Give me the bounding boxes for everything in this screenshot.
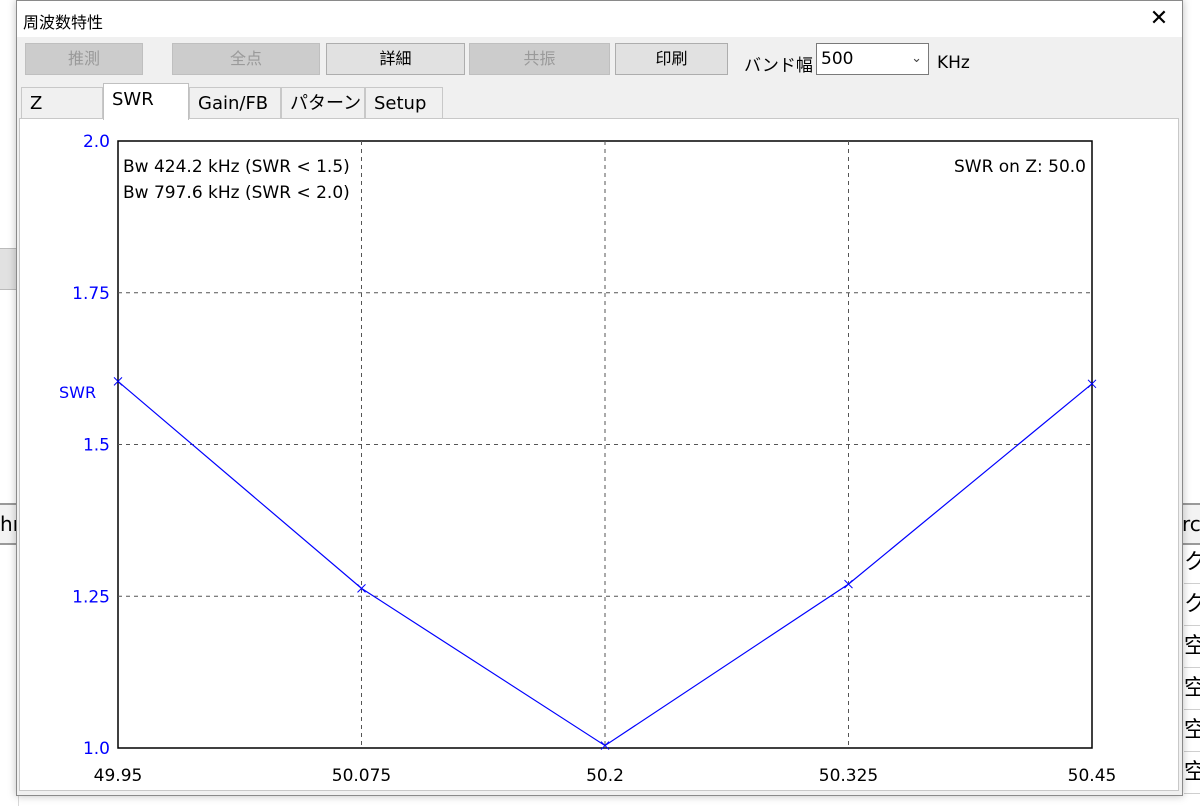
tab-setup[interactable]: Setup [365,87,443,119]
background-right-cell: 空 [1184,711,1200,752]
background-left-row-selected [0,248,16,290]
resonance-button[interactable]: 共振 [469,43,610,75]
y-tick-label: 2.0 [83,132,110,152]
background-right-cell: 空 [1184,669,1200,710]
print-button[interactable]: 印刷 [615,43,728,75]
background-right-cell: ク [1184,543,1200,584]
chevron-down-icon: ⌄ [911,51,922,66]
background-left-header: hı [0,503,17,545]
y-tick-labels: 1.0 1.25 1.5 1.75 2.0 [72,132,110,759]
all-points-button[interactable]: 全点 [172,43,320,75]
tab-z[interactable]: Z [21,87,103,119]
x-tick-label: 50.325 [819,766,878,786]
background-right-header: rc [1182,503,1200,545]
frequency-characteristics-dialog: 周波数特性 ✕ 推測 全点 詳細 共振 印刷 バンド幅 500 ⌄ KHz Z … [16,0,1183,796]
close-button[interactable]: ✕ [1136,1,1182,37]
y-tick-label: 1.0 [83,739,110,759]
x-tick-label: 49.95 [94,766,143,786]
y-tick-label: 1.75 [72,284,110,304]
tab-swr[interactable]: SWR [103,83,189,120]
background-right-cell: 空 [1184,753,1200,794]
bandwidth-select[interactable]: 500 ⌄ [816,43,929,75]
x-tick-label: 50.2 [586,766,624,786]
annotation-bw-1-5: Bw 424.2 kHz (SWR < 1.5) [123,157,350,177]
estimate-button[interactable]: 推測 [25,43,143,75]
bandwidth-unit: KHz [937,53,970,73]
y-tick-label: 1.25 [72,587,110,607]
details-button[interactable]: 詳細 [326,43,465,75]
tab-bar: Z SWR Gain/FB パターン Setup [19,83,1179,120]
x-tick-label: 50.075 [332,766,391,786]
bandwidth-label: バンド幅 [744,56,813,76]
background-right-cell: ク [1184,585,1200,626]
close-icon: ✕ [1149,6,1169,31]
x-tick-labels: 49.95 50.075 50.2 50.325 50.45 [94,766,1117,786]
y-tick-label: 1.5 [83,436,110,456]
annotation-swr-on-z: SWR on Z: 50.0 [954,157,1086,177]
bandwidth-value: 500 [821,49,854,69]
window-title: 周波数特性 [23,13,104,32]
toolbar: 推測 全点 詳細 共振 印刷 バンド幅 500 ⌄ KHz [17,37,1182,83]
tab-pattern[interactable]: パターン [281,87,365,119]
x-tick-label: 50.45 [1068,766,1117,786]
swr-panel: 49.95 50.075 50.2 50.325 50.45 1.0 1.25 1.5 1.7… [19,118,1179,791]
background-right-cell: 空 [1184,627,1200,668]
tab-gain-fb[interactable]: Gain/FB [189,87,281,119]
y-axis-label: SWR [59,383,96,402]
swr-chart: 49.95 50.075 50.2 50.325 50.45 1.0 1.25 1.5 1.7… [59,132,1117,786]
annotation-bw-2-0: Bw 797.6 kHz (SWR < 2.0) [123,183,350,203]
title-bar[interactable]: 周波数特性 ✕ [17,1,1182,37]
